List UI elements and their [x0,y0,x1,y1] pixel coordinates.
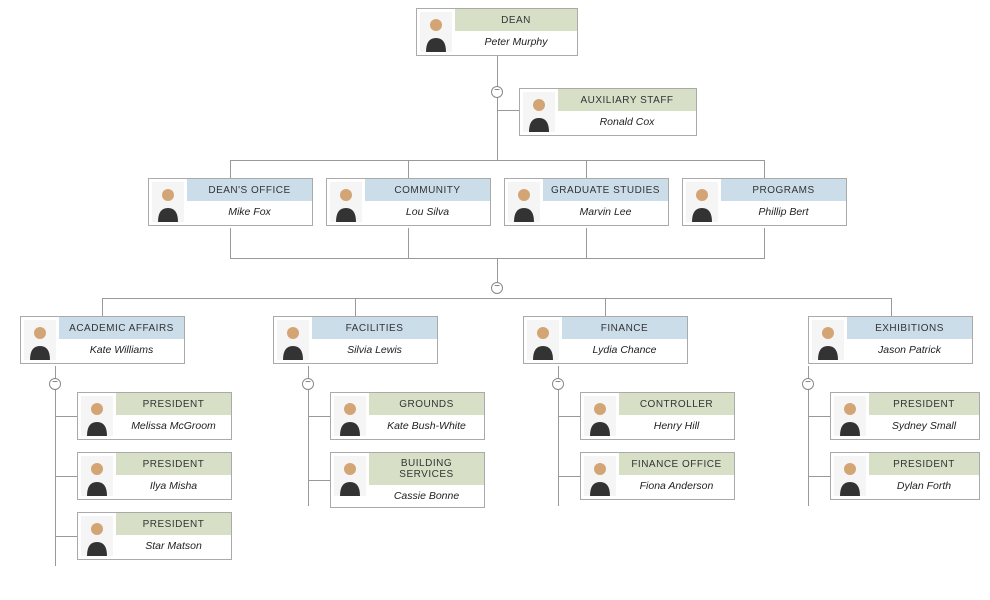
title: PROGRAMS [721,179,846,201]
title: PRESIDENT [869,453,979,475]
name: Star Matson [116,535,231,557]
name: Melissa McGroom [116,415,231,437]
title: DEAN [455,9,577,31]
node-pres4[interactable]: PRESIDENT Sydney Small [830,392,980,440]
avatar [508,182,540,222]
name: Kate Williams [59,339,184,361]
title: GROUNDS [369,393,484,415]
node-facilities[interactable]: FACILITIES Silvia Lewis [273,316,438,364]
name: Jason Patrick [847,339,972,361]
node-controller[interactable]: CONTROLLER Henry Hill [580,392,735,440]
avatar [81,516,113,556]
avatar [420,12,452,52]
title: COMMUNITY [365,179,490,201]
name: Kate Bush-White [369,415,484,437]
title: FACILITIES [312,317,437,339]
title: PRESIDENT [869,393,979,415]
avatar [277,320,309,360]
name: Marvin Lee [543,201,668,223]
node-pres2[interactable]: PRESIDENT Ilya Misha [77,452,232,500]
toggle-facilities[interactable] [302,378,314,390]
avatar [523,92,555,132]
title: CONTROLLER [619,393,734,415]
node-exhibitions[interactable]: EXHIBITIONS Jason Patrick [808,316,973,364]
node-dean[interactable]: DEAN Peter Murphy [416,8,578,56]
title: DEAN'S OFFICE [187,179,312,201]
title: FINANCE OFFICE [619,453,734,475]
avatar [812,320,844,360]
avatar [334,456,366,496]
toggle-tier2[interactable] [491,282,503,294]
title: GRADUATE STUDIES [543,179,668,201]
title: FINANCE [562,317,687,339]
name: Peter Murphy [455,31,577,53]
toggle-academic[interactable] [49,378,61,390]
title: AUXILIARY STAFF [558,89,696,111]
avatar [834,396,866,436]
node-academic[interactable]: ACADEMIC AFFAIRS Kate Williams [20,316,185,364]
node-grounds[interactable]: GROUNDS Kate Bush-White [330,392,485,440]
title: ACADEMIC AFFAIRS [59,317,184,339]
avatar [81,396,113,436]
title: PRESIDENT [116,513,231,535]
title: PRESIDENT [116,453,231,475]
toggle-finance[interactable] [552,378,564,390]
name: Cassie Bonne [369,485,484,507]
toggle-dean[interactable] [491,86,503,98]
name: Dylan Forth [869,475,979,497]
toggle-exhibitions[interactable] [802,378,814,390]
avatar [584,396,616,436]
name: Ronald Cox [558,111,696,133]
node-finoffice[interactable]: FINANCE OFFICE Fiona Anderson [580,452,735,500]
node-pres1[interactable]: PRESIDENT Melissa McGroom [77,392,232,440]
name: Sydney Small [869,415,979,437]
name: Henry Hill [619,415,734,437]
node-programs[interactable]: PROGRAMS Phillip Bert [682,178,847,226]
title: EXHIBITIONS [847,317,972,339]
title: BUILDING SERVICES [369,453,484,485]
node-deans-office[interactable]: DEAN'S OFFICE Mike Fox [148,178,313,226]
node-finance[interactable]: FINANCE Lydia Chance [523,316,688,364]
avatar [152,182,184,222]
avatar [330,182,362,222]
node-grad[interactable]: GRADUATE STUDIES Marvin Lee [504,178,669,226]
title: PRESIDENT [116,393,231,415]
avatar [834,456,866,496]
node-community[interactable]: COMMUNITY Lou Silva [326,178,491,226]
node-building[interactable]: BUILDING SERVICES Cassie Bonne [330,452,485,508]
avatar [584,456,616,496]
name: Silvia Lewis [312,339,437,361]
avatar [334,396,366,436]
avatar [686,182,718,222]
name: Ilya Misha [116,475,231,497]
avatar [81,456,113,496]
name: Fiona Anderson [619,475,734,497]
node-pres3[interactable]: PRESIDENT Star Matson [77,512,232,560]
avatar [527,320,559,360]
name: Mike Fox [187,201,312,223]
name: Phillip Bert [721,201,846,223]
node-aux[interactable]: AUXILIARY STAFF Ronald Cox [519,88,697,136]
name: Lydia Chance [562,339,687,361]
name: Lou Silva [365,201,490,223]
node-pres5[interactable]: PRESIDENT Dylan Forth [830,452,980,500]
avatar [24,320,56,360]
